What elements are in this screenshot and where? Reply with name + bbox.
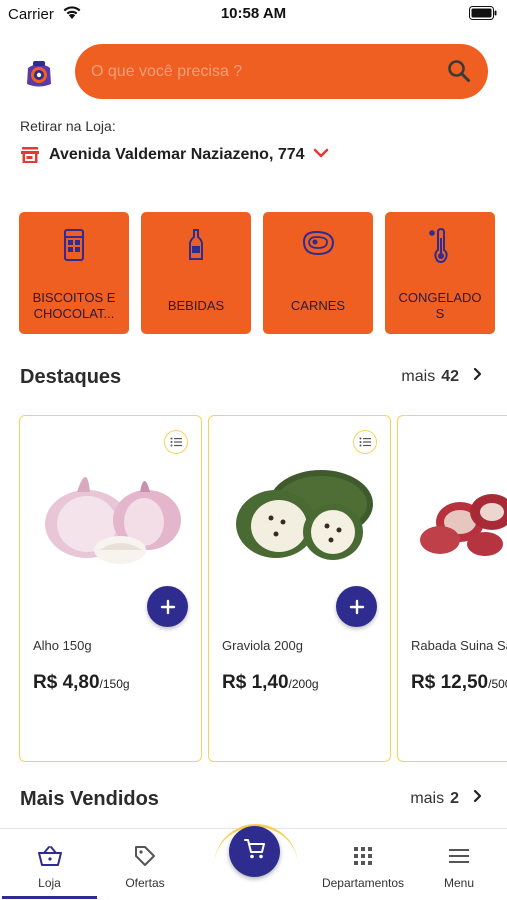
store-selector[interactable]: Avenida Valdemar Naziazeno, 774 <box>20 142 329 168</box>
category-bebidas[interactable]: BEBIDAS <box>141 212 251 334</box>
hamburger-menu-icon <box>449 844 469 868</box>
more-label: mais <box>401 367 436 385</box>
list-icon[interactable] <box>353 430 377 454</box>
nav-store[interactable]: Loja <box>2 828 97 892</box>
nav-offers-label: Ofertas <box>125 876 165 890</box>
category-label: CONGELADO S <box>398 290 482 321</box>
thermometer-icon <box>385 228 495 264</box>
nav-departments-label: Departamentos <box>321 876 405 890</box>
store-name[interactable]: Avenida Valdemar Naziazeno, 774 <box>49 146 305 164</box>
category-label: BISCOITOS E CHOCOLAT... <box>32 290 116 321</box>
search-input[interactable] <box>91 44 431 99</box>
highlights-more-link[interactable]: mais 42 <box>401 367 483 386</box>
more-label: mais <box>410 789 445 807</box>
chocolate-icon <box>19 228 129 262</box>
chevron-down-icon[interactable] <box>313 146 329 164</box>
nav-offers[interactable]: Ofertas <box>100 828 190 892</box>
nav-menu-label: Menu <box>443 876 475 890</box>
pork-tail-image <box>410 452 507 567</box>
product-name: Graviola 200g <box>222 638 303 653</box>
category-congelados[interactable]: CONGELADO S <box>385 212 495 334</box>
store-icon <box>20 145 40 165</box>
nav-menu[interactable]: Menu <box>420 828 498 892</box>
nav-departments[interactable]: Departamentos <box>312 828 414 892</box>
pickup-label: Retirar na Loja: <box>20 118 116 134</box>
search-bar[interactable] <box>75 44 488 99</box>
tag-icon <box>134 844 156 868</box>
soursop-image <box>221 452 381 567</box>
product-card[interactable]: Graviola 200g R$ 1,40/200g <box>208 415 391 762</box>
battery-icon <box>469 6 497 25</box>
product-name: Alho 150g <box>33 638 92 653</box>
add-to-cart-button[interactable] <box>147 586 188 627</box>
more-count: 42 <box>441 367 459 385</box>
basket-icon <box>37 844 63 868</box>
chevron-right-icon <box>473 367 483 386</box>
best-sellers-title: Mais Vendidos <box>20 788 159 810</box>
best-sellers-more-link[interactable]: mais 2 <box>410 789 483 808</box>
highlights-carousel[interactable]: Alho 150g R$ 4,80/150g Graviola 200g R$ … <box>0 415 507 763</box>
list-icon[interactable] <box>164 430 188 454</box>
product-price: R$ 1,40/200g <box>222 672 319 693</box>
grid-icon <box>354 844 372 868</box>
highlights-title: Destaques <box>20 366 122 388</box>
category-label: BEBIDAS <box>167 298 225 313</box>
bottle-icon <box>141 228 251 262</box>
cart-icon <box>243 837 267 866</box>
add-to-cart-button[interactable] <box>336 586 377 627</box>
status-bar: Carrier 10:58 AM <box>0 0 507 28</box>
chevron-right-icon <box>473 789 483 808</box>
meat-icon <box>263 228 373 258</box>
active-tab-indicator <box>2 896 97 899</box>
product-price: R$ 12,50/500g <box>411 672 507 693</box>
search-icon[interactable] <box>446 58 472 89</box>
product-name: Rabada Suina Salgada <box>411 638 507 653</box>
more-count: 2 <box>450 789 459 807</box>
garlic-image <box>32 452 192 567</box>
category-biscoitos[interactable]: BISCOITOS E CHOCOLAT... <box>19 212 129 334</box>
app-logo-icon[interactable] <box>24 58 54 90</box>
category-carousel[interactable]: BISCOITOS E CHOCOLAT... BEBIDAS CARNES CO… <box>19 212 507 334</box>
product-card[interactable]: Rabada Suina Salgada R$ 12,50/500g <box>397 415 507 762</box>
nav-store-label: Loja <box>38 876 61 890</box>
product-card[interactable]: Alho 150g R$ 4,80/150g <box>19 415 202 762</box>
category-label: CARNES <box>290 298 346 313</box>
clock: 10:58 AM <box>220 5 287 22</box>
category-carnes[interactable]: CARNES <box>263 212 373 334</box>
product-price: R$ 4,80/150g <box>33 672 130 693</box>
cart-button[interactable] <box>229 826 280 877</box>
